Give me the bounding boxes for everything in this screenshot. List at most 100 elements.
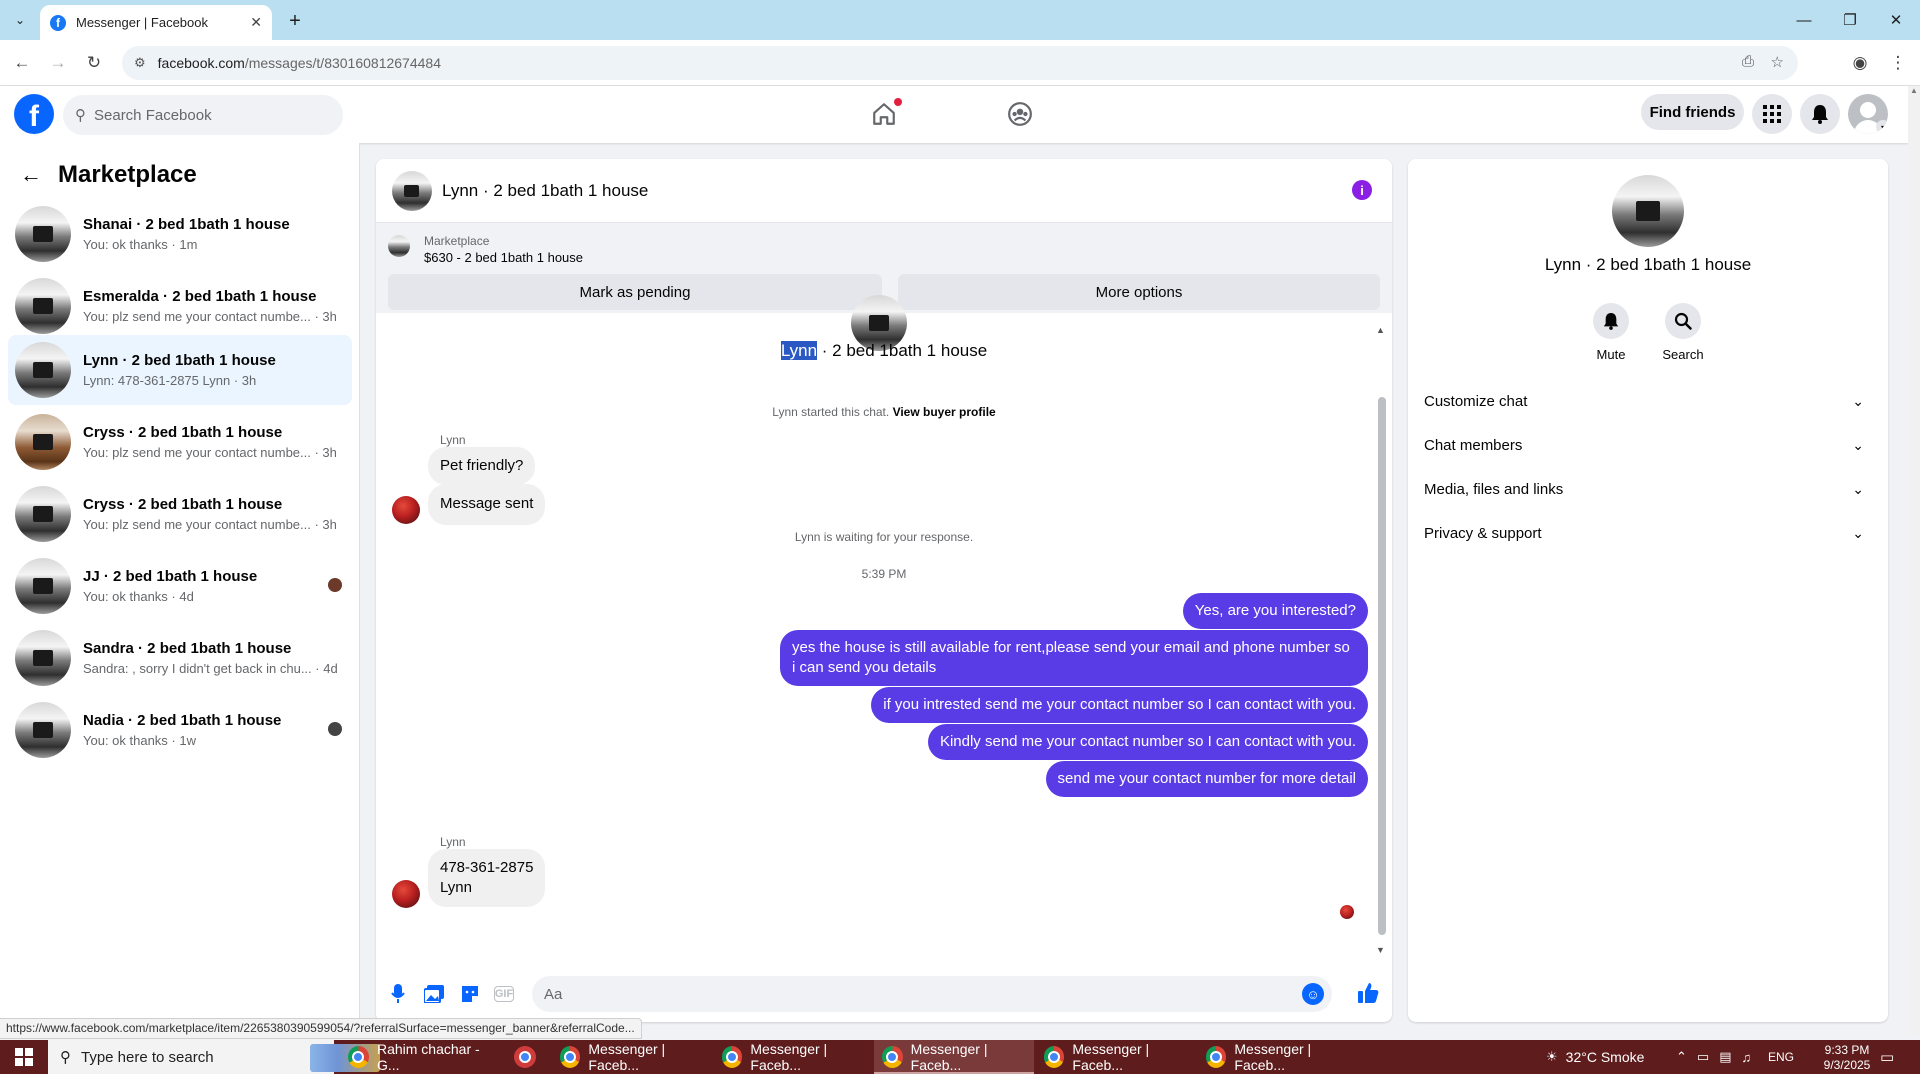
network-icon[interactable]: ▤ — [1719, 1049, 1731, 1065]
message-input-placeholder: Aa — [544, 985, 563, 1003]
battery-icon[interactable]: ▭ — [1697, 1049, 1709, 1065]
language-indicator[interactable]: ENG — [1768, 1040, 1794, 1074]
mute-button[interactable]: Mute — [1576, 303, 1646, 362]
microphone-icon[interactable] — [386, 982, 410, 1006]
taskbar-app[interactable]: Messenger | Faceb... — [1036, 1040, 1194, 1074]
photo-icon[interactable] — [422, 982, 446, 1006]
list-item[interactable]: Cryss · 2 bed 1bath 1 house You: plz send… — [8, 479, 352, 549]
incoming-message[interactable]: Message sent — [428, 484, 546, 525]
taskbar-search-input[interactable]: ⚲ Type here to search — [48, 1040, 380, 1074]
weather-widget[interactable]: ☀ 32°C Smoke — [1546, 1040, 1644, 1074]
banner-price: $630 - 2 bed 1bath 1 house — [424, 250, 584, 265]
bookmark-star-icon[interactable]: ☆ — [1771, 53, 1784, 71]
taskbar-app[interactable]: Rahim chachar - G... — [340, 1040, 500, 1074]
emoji-icon[interactable]: ☺ — [1302, 983, 1324, 1005]
facebook-search-input[interactable]: ⚲ Search Facebook — [63, 95, 343, 135]
sticker-icon[interactable] — [458, 982, 482, 1006]
find-friends-button[interactable]: Find friends — [1641, 94, 1744, 130]
address-bar-row: ← → ↻ ⚙ facebook.com/messages/t/83016081… — [0, 40, 1920, 86]
media-files-links-row[interactable]: Media, files and links ⌄ — [1416, 467, 1880, 511]
back-icon[interactable]: ← — [8, 49, 36, 77]
chevron-up-icon[interactable]: ⌃ — [1676, 1049, 1687, 1065]
install-app-icon[interactable]: ⎙ — [1742, 53, 1754, 70]
listing-thumbnail — [15, 630, 71, 686]
close-tab-icon[interactable]: ✕ — [250, 14, 262, 31]
volume-icon[interactable]: ♫ — [1742, 1050, 1752, 1065]
list-item[interactable]: Shanai · 2 bed 1bath 1 house You: ok than… — [8, 199, 352, 269]
browser-tab[interactable]: f Messenger | Facebook ✕ — [40, 5, 272, 40]
gif-icon[interactable]: GIF — [494, 986, 514, 1002]
chat-header-thumbnail[interactable] — [392, 170, 432, 211]
seen-receipt-avatar — [1340, 905, 1354, 919]
panel-title: Marketplace — [58, 161, 197, 188]
menu-grid-icon[interactable] — [1752, 94, 1792, 134]
chat-started-notice: Lynn started this chat. View buyer profi… — [772, 405, 996, 419]
taskbar-app[interactable]: Messenger | Faceb... — [714, 1040, 872, 1074]
browser-tab-bar: ⌄ f Messenger | Facebook ✕ + — ❐ ✕ — [0, 0, 1920, 40]
app-icon — [514, 1046, 536, 1068]
taskbar-app-active[interactable]: Messenger | Faceb... — [874, 1040, 1034, 1074]
tray-icons[interactable]: ⌃ ▭ ▤ ♫ — [1676, 1040, 1751, 1074]
taskbar-app-icon[interactable] — [506, 1040, 548, 1074]
scrollbar-thumb[interactable] — [1378, 397, 1386, 935]
browser-menu-icon[interactable]: ⋮ — [1884, 49, 1912, 77]
sender-avatar[interactable] — [392, 496, 420, 524]
new-tab-icon[interactable]: + — [282, 8, 308, 34]
chrome-icon — [348, 1046, 369, 1068]
scroll-up-icon[interactable]: ▲ — [1376, 325, 1385, 335]
listing-thumbnail — [15, 206, 71, 262]
search-in-chat-button[interactable]: Search — [1648, 303, 1718, 362]
row-label: Media, files and links — [1424, 480, 1564, 498]
windows-start-icon[interactable] — [0, 1040, 48, 1074]
list-item[interactable]: Sandra · 2 bed 1bath 1 house Sandra: , so… — [8, 623, 352, 693]
info-icon[interactable]: i — [1352, 180, 1372, 200]
chrome-icon — [722, 1046, 743, 1068]
home-icon[interactable] — [866, 96, 902, 132]
back-arrow-icon[interactable]: ← — [20, 162, 42, 188]
page-scrollbar[interactable]: ▲ — [1908, 86, 1920, 1036]
list-item[interactable]: Nadia · 2 bed 1bath 1 house You: ok thank… — [8, 695, 352, 765]
thumbs-up-icon[interactable] — [1357, 982, 1379, 1010]
chrome-icon — [882, 1046, 903, 1068]
outgoing-message[interactable]: Kindly send me your contact number so I … — [927, 724, 1368, 760]
chat-info-name: Lynn · 2 bed 1bath 1 house — [1544, 255, 1752, 274]
outgoing-message[interactable]: send me your contact number for more det… — [1045, 761, 1368, 797]
list-item[interactable]: Cryss · 2 bed 1bath 1 house You: plz send… — [8, 407, 352, 477]
site-info-icon[interactable]: ⚙ — [134, 55, 146, 71]
list-item[interactable]: JJ · 2 bed 1bath 1 house You: ok thanks ·… — [8, 551, 352, 621]
list-item[interactable]: Esmeralda · 2 bed 1bath 1 house You: plz … — [8, 271, 352, 341]
incoming-message[interactable]: 478-361-2875 Lynn — [428, 849, 546, 907]
chat-header-name[interactable]: Lynn · 2 bed 1bath 1 house — [442, 181, 648, 201]
chat-members-row[interactable]: Chat members ⌄ — [1416, 423, 1880, 467]
outgoing-message[interactable]: yes the house is still available for ren… — [780, 630, 1368, 686]
facebook-logo-icon[interactable]: f — [14, 94, 54, 134]
windows-taskbar: ⚲ Type here to search Rahim chachar - G.… — [0, 1040, 1920, 1074]
profile-icon[interactable]: ◉ — [1846, 49, 1874, 77]
taskbar-app[interactable]: Messenger | Faceb... — [552, 1040, 710, 1074]
more-options-button[interactable]: More options — [898, 274, 1380, 310]
notifications-bell-icon[interactable] — [1800, 94, 1840, 134]
customize-chat-row[interactable]: Customize chat ⌄ — [1416, 379, 1880, 423]
outgoing-message[interactable]: Yes, are you interested? — [1182, 593, 1368, 629]
taskbar-app[interactable]: Messenger | Faceb... — [1198, 1040, 1356, 1074]
privacy-support-row[interactable]: Privacy & support ⌄ — [1416, 511, 1880, 555]
listing-thumbnail[interactable] — [1612, 175, 1684, 247]
reload-icon[interactable]: ↻ — [80, 49, 108, 77]
account-avatar[interactable]: ▾ — [1848, 94, 1888, 134]
url-field[interactable]: ⚙ facebook.com/messages/t/83016081267448… — [122, 46, 1798, 80]
incoming-message[interactable]: Pet friendly? — [428, 447, 536, 485]
clock[interactable]: 9:33 PM 9/3/2025 — [1802, 1043, 1892, 1073]
sender-avatar[interactable] — [392, 880, 420, 908]
mark-as-pending-button[interactable]: Mark as pending — [388, 274, 882, 310]
close-window-icon[interactable]: ✕ — [1868, 0, 1920, 40]
chat-scrollbar[interactable]: ▲ ▼ — [1376, 325, 1386, 959]
list-item-active[interactable]: Lynn · 2 bed 1bath 1 house Lynn: 478-361-… — [8, 335, 352, 405]
view-buyer-profile-link[interactable]: View buyer profile — [893, 405, 996, 419]
scroll-down-icon[interactable]: ▼ — [1376, 945, 1385, 955]
forward-icon[interactable]: → — [44, 49, 72, 77]
outgoing-message[interactable]: if you intrested send me your contact nu… — [871, 687, 1368, 723]
message-input[interactable]: Aa ☺ — [532, 976, 1332, 1012]
tab-search-icon[interactable]: ⌄ — [8, 8, 32, 32]
notification-center-icon[interactable]: ▭ — [1880, 1040, 1894, 1074]
groups-icon[interactable] — [1002, 96, 1038, 132]
